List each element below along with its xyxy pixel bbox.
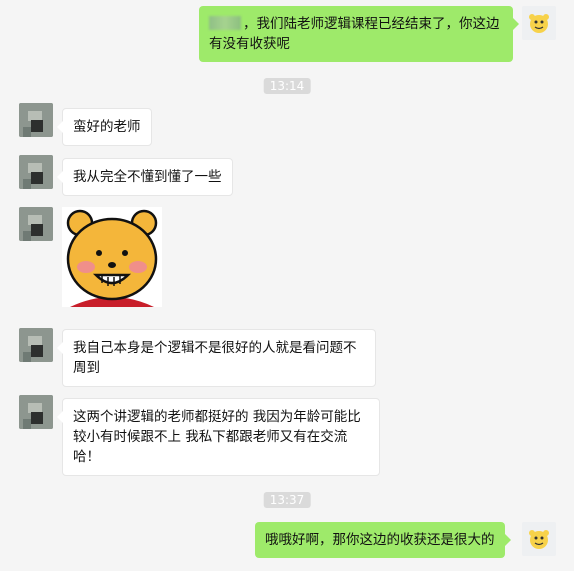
message-text: 哦哦好啊，那你这边的收获还是很大的: [265, 532, 495, 548]
timestamp: 13:14: [263, 78, 311, 94]
avatar-contact[interactable]: [19, 103, 53, 137]
self-avatar-icon: [522, 6, 556, 40]
redacted-name: [209, 16, 241, 30]
message-bubble-incoming[interactable]: 我从完全不懂到懂了一些: [57, 158, 233, 196]
message-bubble-incoming[interactable]: 蛮好的老师: [57, 108, 152, 146]
message-text: ，我们陆老师逻辑课程已经结束了，你这边有没有收获呢: [209, 16, 500, 52]
message-bubble-outgoing[interactable]: 哦哦好啊，那你这边的收获还是很大的: [255, 522, 510, 558]
self-avatar-icon: [522, 522, 556, 556]
message-bubble-incoming[interactable]: 我自己本身是个逻辑不是很好的人就是看问题不周到: [57, 329, 376, 387]
message-bubble-outgoing[interactable]: ，我们陆老师逻辑课程已经结束了，你这边有没有收获呢: [199, 6, 519, 62]
avatar-contact[interactable]: [19, 155, 53, 189]
message-text: 这两个讲逻辑的老师都挺好的 我因为年龄可能比较小有时候跟不上 我私下都跟老师又有…: [73, 409, 361, 465]
bear-sticker-icon: [62, 207, 162, 307]
message-text: 我自己本身是个逻辑不是很好的人就是看问题不周到: [73, 340, 357, 376]
avatar-self[interactable]: [522, 522, 556, 556]
message-text: 蛮好的老师: [73, 119, 141, 135]
avatar-contact[interactable]: [19, 207, 53, 241]
avatar-contact[interactable]: [19, 328, 53, 362]
pooh-sticker[interactable]: [62, 207, 162, 307]
avatar-contact[interactable]: [19, 395, 53, 429]
message-text: 我从完全不懂到懂了一些: [73, 169, 222, 185]
message-bubble-incoming[interactable]: 这两个讲逻辑的老师都挺好的 我因为年龄可能比较小有时候跟不上 我私下都跟老师又有…: [57, 398, 380, 476]
avatar-self[interactable]: [522, 6, 556, 40]
timestamp: 13:37: [263, 492, 311, 508]
